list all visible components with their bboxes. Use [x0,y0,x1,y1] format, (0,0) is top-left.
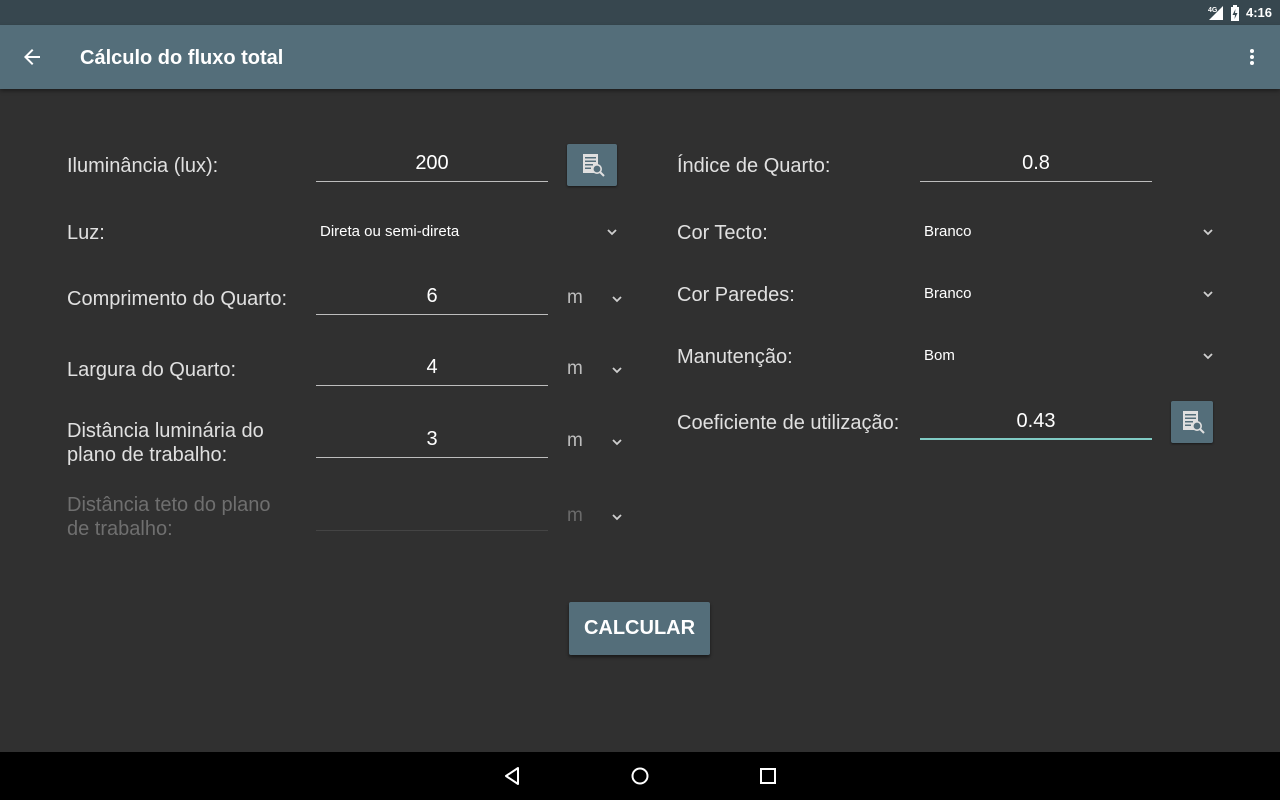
navigation-bar [0,752,1280,800]
luminaire-distance-label: Distância luminária do plano de trabalho… [67,419,264,467]
room-width-unit-select[interactable]: m [567,355,623,385]
room-width-label: Largura do Quarto: [67,359,236,381]
chevron-down-icon [1203,229,1213,236]
nav-back-icon[interactable] [500,764,524,788]
app-bar: Cálculo do fluxo total [0,25,1280,89]
unit-label: m [567,358,583,379]
svg-text:4G: 4G [1208,7,1218,14]
light-label: Luz: [67,222,105,244]
maintenance-value: Bom [924,347,955,364]
illuminance-lookup-button[interactable] [567,144,617,186]
table-search-icon [1183,411,1205,434]
utilization-lookup-button[interactable] [1171,401,1213,443]
illuminance-input[interactable]: 200 [316,144,548,182]
chevron-down-icon [1203,291,1213,298]
maintenance-select[interactable]: Bom [924,341,1214,371]
room-length-label: Comprimento do Quarto: [67,288,288,310]
room-length-unit-select[interactable]: m [567,284,623,314]
arrow-back-icon[interactable] [20,45,44,69]
ceiling-color-value: Branco [924,223,972,240]
room-index-input[interactable]: 0.8 [920,144,1152,182]
luminaire-distance-input[interactable]: 3 [316,420,548,458]
label-line: Distância teto do plano [67,494,271,516]
nav-home-icon[interactable] [628,764,652,788]
unit-label: m [567,430,583,451]
chevron-down-icon [1203,353,1213,360]
ceiling-color-select[interactable]: Branco [924,217,1214,247]
status-bar: 4G 4:16 [0,0,1280,25]
clock: 4:16 [1245,5,1272,20]
ceiling-distance-label: Distância teto do plano de trabalho: [67,493,270,541]
ceiling-distance-input [316,493,548,531]
wall-color-select[interactable]: Branco [924,279,1214,309]
page-title: Cálculo do fluxo total [80,47,284,69]
room-length-input[interactable]: 6 [316,277,548,315]
chevron-down-icon [607,229,617,236]
luminaire-distance-unit-select[interactable]: m [567,427,623,457]
illuminance-label: Iluminância (lux): [67,155,219,177]
wall-color-value: Branco [924,285,972,302]
room-index-label: Índice de Quarto: [677,155,831,177]
ceiling-color-label: Cor Tecto: [677,222,768,244]
more-vert-icon[interactable] [1244,45,1260,69]
light-select[interactable]: Direta ou semi-direta [320,217,618,247]
light-select-value: Direta ou semi-direta [320,223,460,240]
calculate-button[interactable]: CALCULAR [569,602,710,655]
utilization-input[interactable]: 0.43 [920,402,1152,440]
battery-charging-icon [1230,4,1240,21]
maintenance-label: Manutenção: [677,346,793,368]
signal-4g-icon: 4G [1208,5,1224,20]
label-line: Distância luminária do [67,420,264,442]
chevron-down-icon [612,367,622,374]
chevron-down-icon [612,439,622,446]
label-line: de trabalho: [67,518,173,540]
label-line: plano de trabalho: [67,444,228,466]
chevron-down-icon [612,296,622,303]
unit-label: m [567,505,583,526]
chevron-down-icon [612,514,622,521]
wall-color-label: Cor Paredes: [677,284,795,306]
nav-recents-icon[interactable] [756,764,780,788]
unit-label: m [567,287,583,308]
status-icons: 4G 4:16 [1208,4,1272,21]
ceiling-distance-unit-select: m [567,502,623,532]
room-width-input[interactable]: 4 [316,348,548,386]
utilization-label: Coeficiente de utilização: [677,412,900,434]
table-search-icon [583,154,605,177]
